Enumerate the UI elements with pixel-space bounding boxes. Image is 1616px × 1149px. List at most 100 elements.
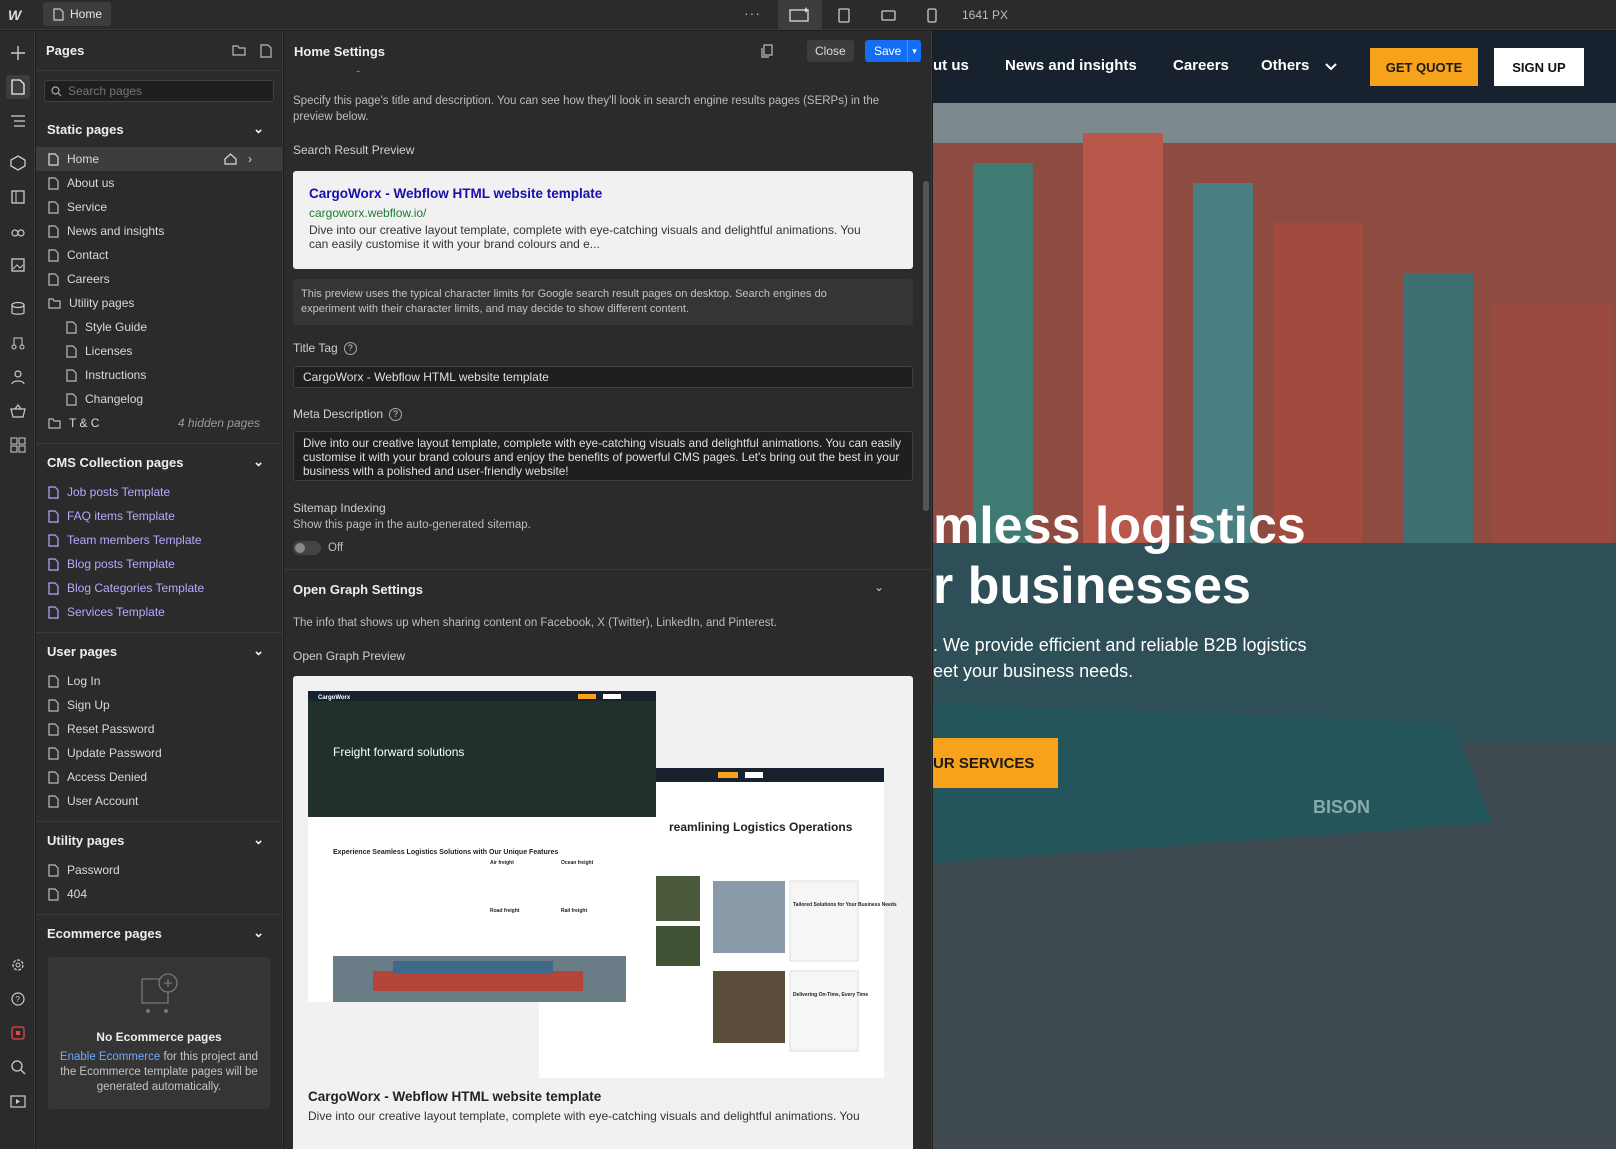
page-item-reset-password[interactable]: Reset Password bbox=[36, 717, 282, 741]
desktop-breakpoint-button[interactable] bbox=[778, 0, 822, 30]
utility-pages-header[interactable]: Utility pages ⌄ bbox=[36, 822, 282, 858]
search-zoom-icon[interactable] bbox=[6, 1055, 30, 1079]
cms-pages-header[interactable]: CMS Collection pages ⌄ bbox=[36, 444, 282, 480]
cms-database-icon[interactable] bbox=[6, 297, 30, 321]
title-tag-input[interactable] bbox=[293, 366, 913, 388]
add-elements-icon[interactable] bbox=[6, 41, 30, 65]
cms-item-blog-posts[interactable]: Blog posts Template bbox=[36, 552, 282, 576]
nav-link-news[interactable]: News and insights bbox=[1005, 57, 1137, 74]
record-icon[interactable] bbox=[6, 1021, 30, 1045]
get-quote-button[interactable]: GET QUOTE bbox=[1370, 48, 1478, 86]
page-tab-home[interactable]: Home bbox=[43, 2, 111, 26]
settings-scrollbar[interactable] bbox=[923, 181, 929, 511]
page-item-service[interactable]: Service bbox=[36, 195, 282, 219]
page-item-user-account[interactable]: User Account bbox=[36, 789, 282, 813]
page-item-licenses[interactable]: Licenses bbox=[36, 339, 282, 363]
variables-icon[interactable] bbox=[6, 185, 30, 209]
mobile-portrait-breakpoint-button[interactable] bbox=[910, 0, 954, 30]
new-folder-icon[interactable] bbox=[232, 44, 246, 56]
new-page-icon[interactable] bbox=[260, 43, 272, 58]
navigator-icon[interactable] bbox=[6, 109, 30, 133]
ecommerce-basket-icon[interactable] bbox=[6, 399, 30, 423]
ship-name-text: BISON bbox=[1313, 797, 1370, 817]
cms-item-team[interactable]: Team members Template bbox=[36, 528, 282, 552]
chevron-down-icon[interactable]: ▾ bbox=[907, 40, 921, 62]
page-item-careers[interactable]: Careers bbox=[36, 267, 282, 291]
page-item-signup[interactable]: Sign Up bbox=[36, 693, 282, 717]
close-button[interactable]: Close bbox=[807, 40, 854, 62]
chevron-down-icon: ⌄ bbox=[253, 925, 264, 940]
page-item-password[interactable]: Password bbox=[36, 858, 282, 882]
page-item-news[interactable]: News and insights bbox=[36, 219, 282, 243]
ecommerce-pages-header[interactable]: Ecommerce pages ⌄ bbox=[36, 915, 282, 951]
nav-link-about[interactable]: ut us bbox=[933, 57, 969, 74]
page-icon bbox=[48, 272, 59, 286]
settings-title: Home Settings bbox=[294, 43, 386, 59]
og-settings-heading[interactable]: Open Graph Settings bbox=[293, 582, 423, 597]
user-pages-header[interactable]: User pages ⌄ bbox=[36, 633, 282, 669]
svg-text:?: ? bbox=[16, 995, 21, 1004]
chevron-down-icon: ⌄ bbox=[253, 121, 264, 136]
page-item-login[interactable]: Log In bbox=[36, 669, 282, 693]
sign-up-button[interactable]: SIGN UP bbox=[1494, 48, 1584, 86]
assets-icon[interactable] bbox=[6, 253, 30, 277]
video-tutorials-icon[interactable] bbox=[6, 1089, 30, 1113]
search-pages-box[interactable] bbox=[44, 80, 274, 102]
nav-link-careers[interactable]: Careers bbox=[1173, 57, 1229, 74]
cms-item-services[interactable]: Services Template bbox=[36, 600, 282, 624]
og-preview-label: Open Graph Preview bbox=[293, 649, 406, 663]
page-item-changelog[interactable]: Changelog bbox=[36, 387, 282, 411]
design-canvas[interactable]: BISON ut us News and insights Careers Ot… bbox=[933, 31, 1616, 1149]
help-icon[interactable]: ? bbox=[389, 408, 403, 422]
users-icon[interactable] bbox=[6, 365, 30, 389]
search-icon bbox=[51, 85, 62, 96]
page-item-contact[interactable]: Contact bbox=[36, 243, 282, 267]
page-item-style-guide[interactable]: Style Guide bbox=[36, 315, 282, 339]
pages-icon[interactable] bbox=[6, 75, 30, 99]
help-icon[interactable]: ? bbox=[343, 342, 357, 356]
page-item-instructions[interactable]: Instructions bbox=[36, 363, 282, 387]
folder-open-icon bbox=[48, 297, 61, 309]
pages-panel-title: Pages bbox=[46, 43, 85, 58]
style-selectors-icon[interactable] bbox=[6, 219, 30, 243]
webflow-logo-icon[interactable]: W bbox=[8, 7, 28, 23]
og-card-2: Delivering On-Time, Every Time bbox=[793, 992, 868, 998]
page-item-access-denied[interactable]: Access Denied bbox=[36, 765, 282, 789]
mobile-landscape-breakpoint-button[interactable] bbox=[866, 0, 910, 30]
page-icon bbox=[48, 698, 59, 712]
duplicate-icon[interactable] bbox=[761, 44, 773, 58]
cms-item-faq[interactable]: FAQ items Template bbox=[36, 504, 282, 528]
help-icon[interactable]: ? bbox=[6, 987, 30, 1011]
chevron-down-icon: ⌄ bbox=[253, 643, 264, 658]
nav-link-others[interactable]: Others bbox=[1261, 57, 1309, 74]
more-options-icon[interactable]: ··· bbox=[744, 5, 761, 21]
cms-item-blog-categories[interactable]: Blog Categories Template bbox=[36, 576, 282, 600]
pages-panel: Pages Static pages ⌄ Home › About us Serv… bbox=[36, 31, 283, 1149]
page-item-label: Careers bbox=[67, 272, 110, 286]
chevron-down-icon[interactable]: ⌄ bbox=[874, 580, 884, 594]
settings-gear-icon[interactable] bbox=[6, 953, 30, 977]
page-item-home[interactable]: Home › bbox=[36, 147, 282, 171]
apps-icon[interactable] bbox=[6, 433, 30, 457]
cms-item-job-posts[interactable]: Job posts Template bbox=[36, 480, 282, 504]
save-button[interactable]: Save ▾ bbox=[865, 40, 921, 62]
sitemap-toggle[interactable] bbox=[293, 541, 321, 555]
tablet-breakpoint-button[interactable] bbox=[822, 0, 866, 30]
components-icon[interactable] bbox=[6, 151, 30, 175]
page-item-label: Changelog bbox=[85, 392, 144, 406]
page-icon bbox=[48, 722, 59, 736]
search-pages-input[interactable] bbox=[68, 84, 268, 98]
logic-icon[interactable] bbox=[6, 331, 30, 355]
folder-item-tc[interactable]: T & C 4 hidden pages bbox=[36, 411, 282, 435]
our-services-button[interactable]: UR SERVICES bbox=[933, 738, 1058, 788]
chevron-right-icon[interactable]: › bbox=[248, 152, 252, 166]
meta-description-textarea[interactable]: Dive into our creative layout template, … bbox=[293, 431, 913, 481]
page-item-update-password[interactable]: Update Password bbox=[36, 741, 282, 765]
serp-desc-line: Dive into our creative layout template, … bbox=[309, 223, 861, 237]
page-item-404[interactable]: 404 bbox=[36, 882, 282, 906]
page-item-about[interactable]: About us bbox=[36, 171, 282, 195]
serp-title: CargoWorx - Webflow HTML website templat… bbox=[309, 186, 603, 201]
static-pages-header[interactable]: Static pages ⌄ bbox=[36, 111, 282, 147]
folder-item-utility[interactable]: Utility pages bbox=[36, 291, 282, 315]
enable-ecommerce-link[interactable]: Enable Ecommerce bbox=[60, 1051, 160, 1063]
